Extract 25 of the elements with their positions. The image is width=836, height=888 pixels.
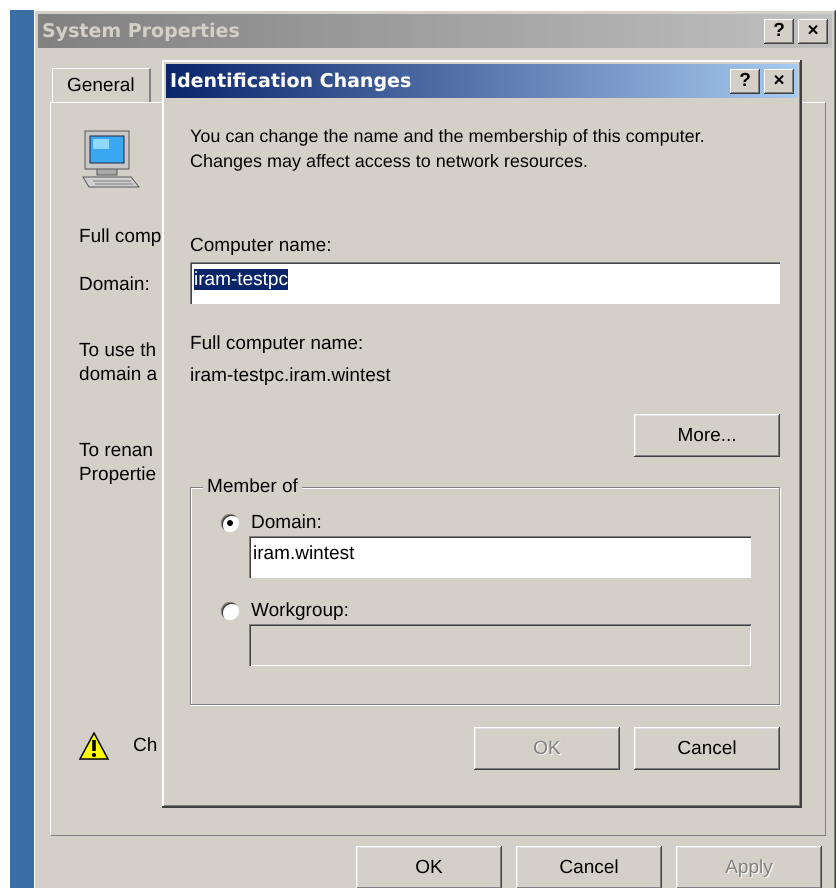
dialog-title: Identification Changes bbox=[170, 70, 412, 92]
warning-icon bbox=[79, 732, 109, 760]
more-button[interactable]: More... bbox=[634, 414, 780, 457]
warning-text: Ch bbox=[133, 735, 158, 757]
help-button[interactable]: ? bbox=[730, 68, 760, 94]
radio-label[interactable]: Workgroup: bbox=[251, 600, 349, 622]
tab[interactable]: General bbox=[52, 68, 151, 102]
description: You can change the name and the membership of this computer. Changes may affect access to network resources. bbox=[190, 125, 706, 173]
dialog-button[interactable]: Cancel bbox=[634, 727, 780, 770]
dialog-button[interactable]: OK bbox=[356, 846, 502, 888]
computer-name-field[interactable]: iram-testpc bbox=[190, 262, 780, 304]
field-label: Full computer name: bbox=[190, 332, 364, 356]
full-computer-name: iram-testpc.iram.wintest bbox=[190, 364, 392, 388]
label: Domain: bbox=[79, 273, 150, 297]
paragraph: To renan Propertie bbox=[79, 439, 156, 487]
dialog-button[interactable]: Cancel bbox=[516, 846, 662, 888]
label: Full comp bbox=[79, 225, 162, 249]
input-field[interactable]: iram.wintest bbox=[249, 536, 751, 578]
radio-label[interactable]: Domain: bbox=[251, 512, 322, 534]
paragraph: To use th domain a bbox=[79, 339, 158, 387]
window-title: System Properties bbox=[42, 20, 240, 42]
radio-button[interactable] bbox=[221, 514, 239, 532]
radio-button[interactable] bbox=[221, 602, 239, 620]
field-label: Computer name: bbox=[190, 234, 333, 258]
close-button[interactable]: × bbox=[764, 68, 794, 94]
